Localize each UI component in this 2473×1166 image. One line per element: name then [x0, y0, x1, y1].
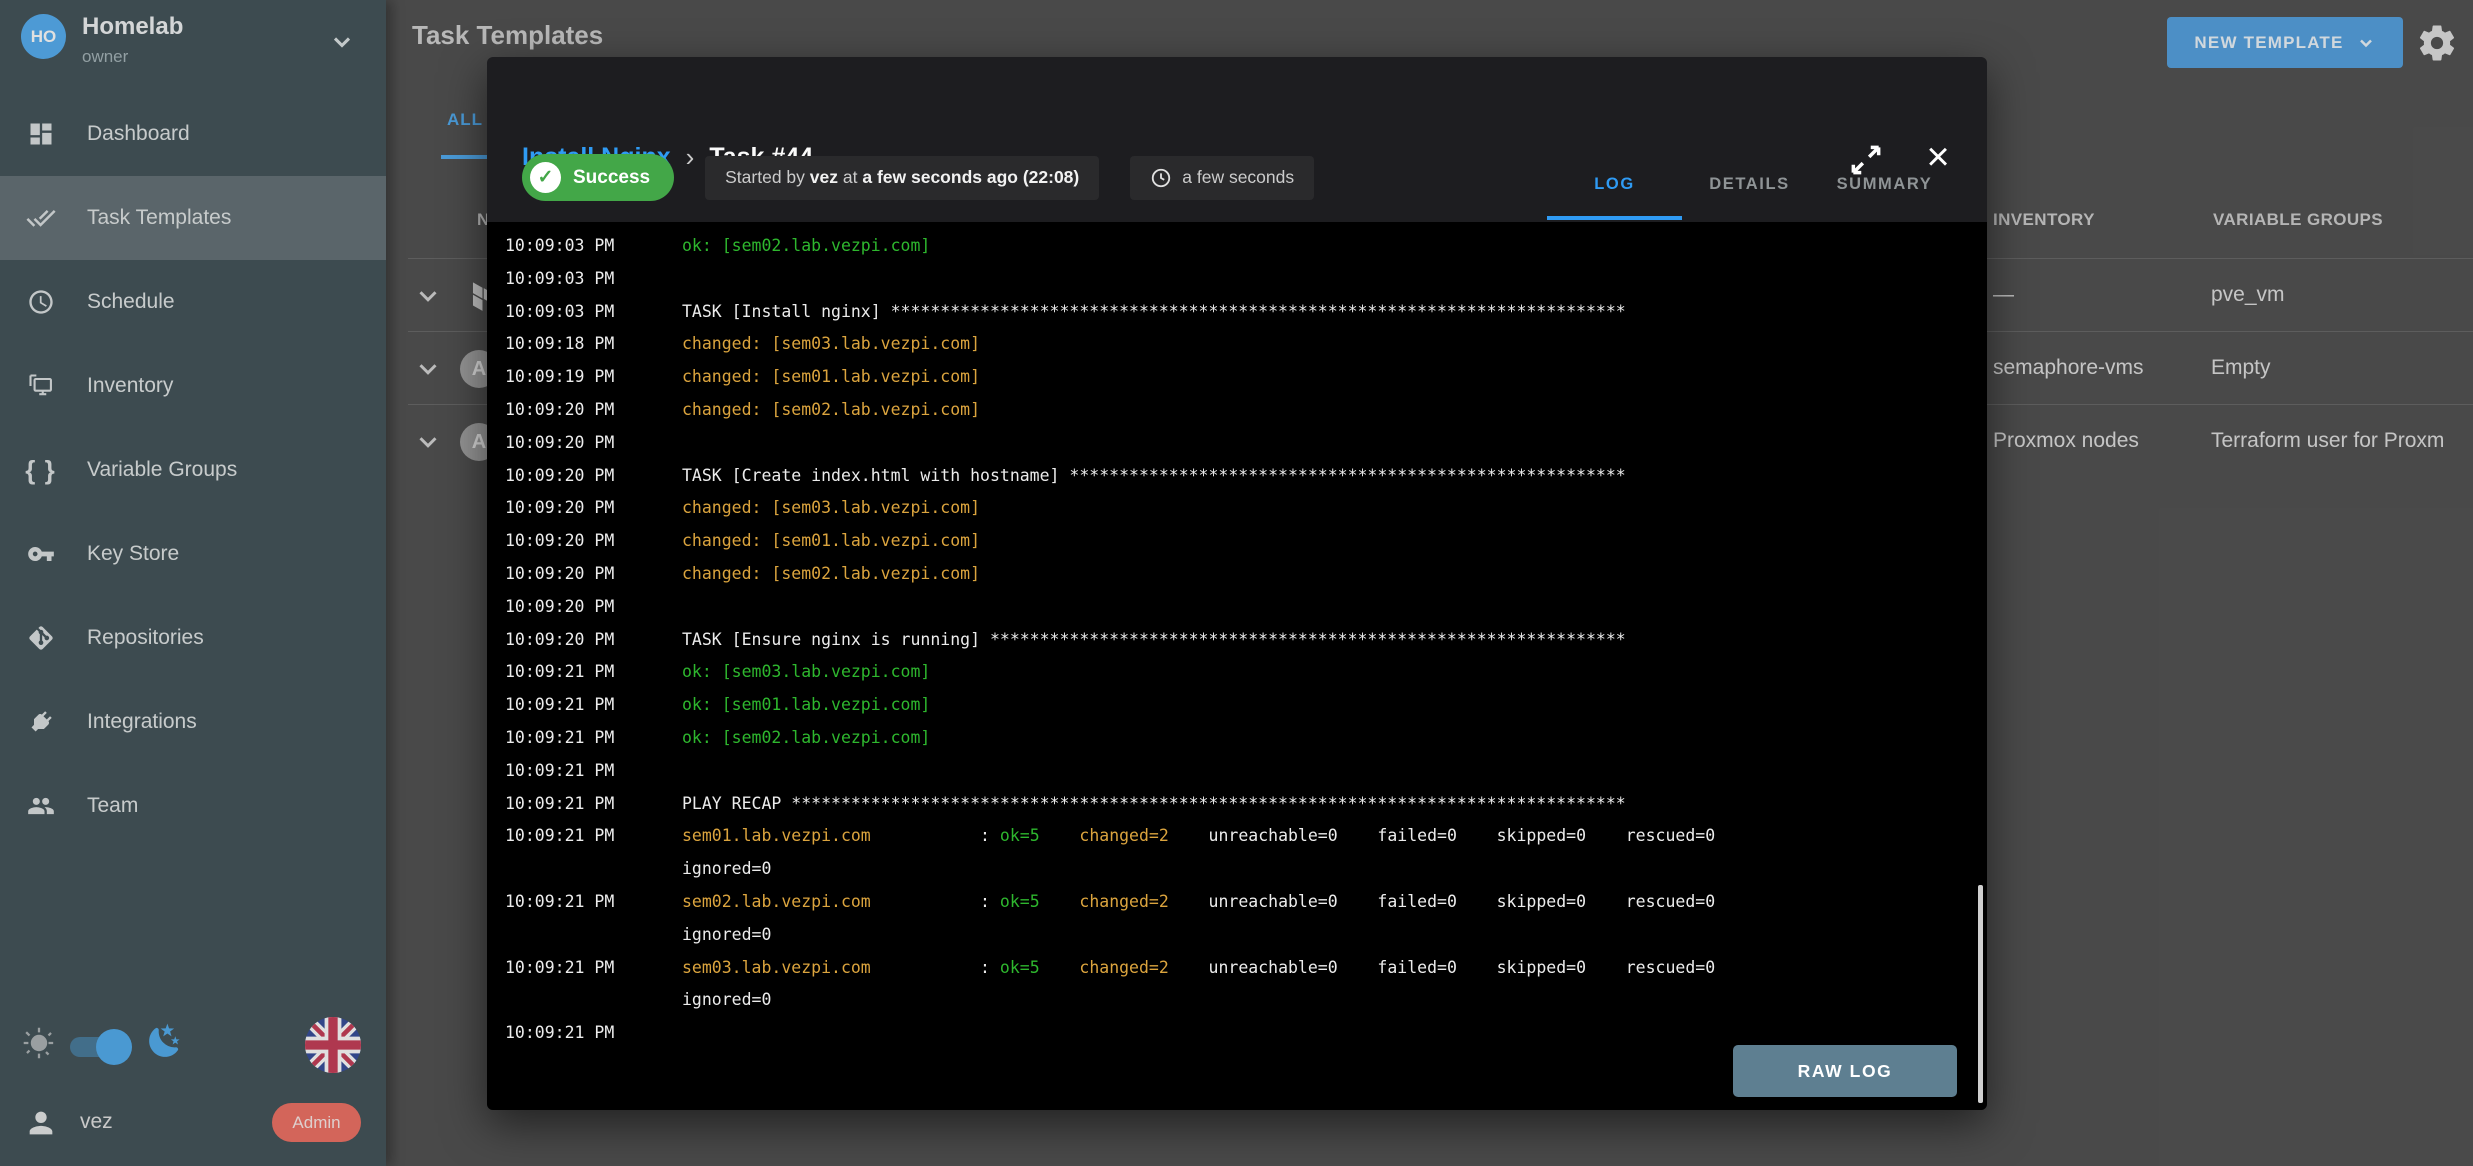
log-line: 10:09:21 PMok: [sem02.lab.vezpi.com] — [505, 722, 1987, 755]
log-line: 10:09:20 PMTASK [Create index.html with … — [505, 460, 1987, 493]
log-line: 10:09:20 PMTASK [Ensure nginx is running… — [505, 624, 1987, 657]
status-label: Success — [573, 167, 650, 189]
log-line: ignored=0 — [505, 853, 1987, 886]
task-detail-modal: Install Nginx › Task #44 × ✓ Success Sta… — [487, 57, 1987, 1110]
tab-summary[interactable]: SUMMARY — [1817, 149, 1952, 220]
log-scrollbar-thumb[interactable] — [1978, 885, 1983, 1103]
log-line: 10:09:21 PMsem03.lab.vezpi.com : ok=5 ch… — [505, 952, 1987, 985]
log-line: 10:09:20 PMchanged: [sem03.lab.vezpi.com… — [505, 492, 1987, 525]
log-line: 10:09:03 PMTASK [Install nginx] ********… — [505, 296, 1987, 329]
log-line: 10:09:20 PMchanged: [sem02.lab.vezpi.com… — [505, 394, 1987, 427]
duration-chip: a few seconds — [1130, 156, 1314, 200]
duration-text: a few seconds — [1182, 167, 1294, 188]
log-line: 10:09:20 PM — [505, 427, 1987, 460]
log-lines: 10:09:03 PMok: [sem02.lab.vezpi.com]10:0… — [505, 230, 1987, 1050]
started-by-chip: Started by vez at a few seconds ago (22:… — [705, 156, 1099, 200]
log-line: ignored=0 — [505, 919, 1987, 952]
log-line: 10:09:21 PMsem01.lab.vezpi.com : ok=5 ch… — [505, 820, 1987, 853]
check-circle-icon: ✓ — [530, 162, 561, 193]
tab-details[interactable]: DETAILS — [1682, 149, 1817, 220]
log-line: ignored=0 — [505, 984, 1987, 1017]
log-line: 10:09:21 PMsem02.lab.vezpi.com : ok=5 ch… — [505, 886, 1987, 919]
log-line: 10:09:19 PMchanged: [sem01.lab.vezpi.com… — [505, 361, 1987, 394]
log-line: 10:09:20 PM — [505, 591, 1987, 624]
started-by-text: Started by vez at a few seconds ago (22:… — [725, 167, 1079, 188]
clock-icon — [1150, 167, 1172, 189]
log-line: 10:09:21 PMok: [sem01.lab.vezpi.com] — [505, 689, 1987, 722]
status-row: ✓ Success Started by vez at a few second… — [522, 154, 1314, 201]
raw-log-button[interactable]: RAW LOG — [1733, 1045, 1957, 1097]
log-line: 10:09:21 PM — [505, 755, 1987, 788]
log-line: 10:09:20 PMchanged: [sem02.lab.vezpi.com… — [505, 558, 1987, 591]
app-root: Task Templates NEW TEMPLATE ALL NAME INV… — [0, 0, 2473, 1166]
log-line: 10:09:21 PMPLAY RECAP ******************… — [505, 788, 1987, 821]
log-line: 10:09:03 PMok: [sem02.lab.vezpi.com] — [505, 230, 1987, 263]
log-line: 10:09:03 PM — [505, 263, 1987, 296]
task-log-output: 10:09:03 PMok: [sem02.lab.vezpi.com]10:0… — [487, 222, 1987, 1110]
log-line: 10:09:18 PMchanged: [sem03.lab.vezpi.com… — [505, 328, 1987, 361]
modal-tabs: LOG DETAILS SUMMARY — [1547, 149, 1952, 220]
status-badge: ✓ Success — [522, 154, 674, 201]
tab-log[interactable]: LOG — [1547, 149, 1682, 220]
log-line: 10:09:20 PMchanged: [sem01.lab.vezpi.com… — [505, 525, 1987, 558]
log-line: 10:09:21 PMok: [sem03.lab.vezpi.com] — [505, 656, 1987, 689]
